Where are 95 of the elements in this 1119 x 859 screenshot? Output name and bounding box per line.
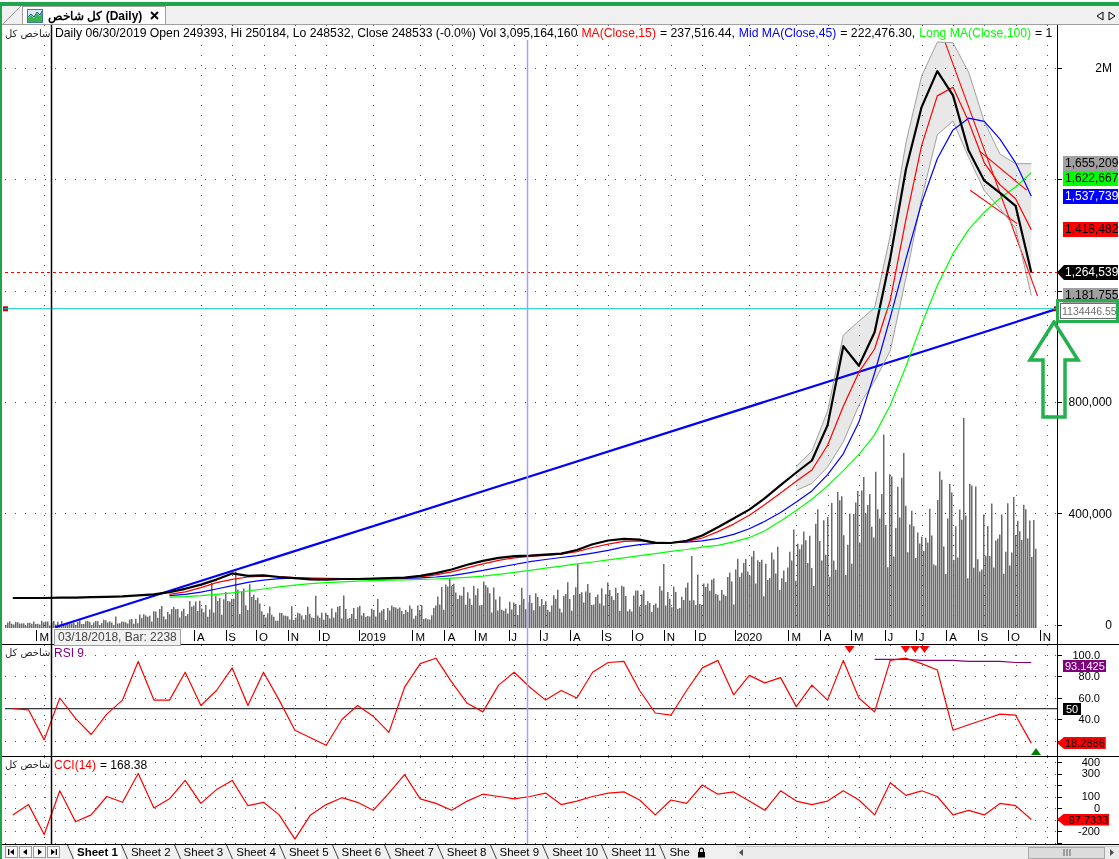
axis-label: 300 [1081, 769, 1100, 778]
axis-label: 100.0 [1072, 650, 1100, 660]
axis-label: A [573, 631, 581, 643]
indicator-value: = 222,476.30, [840, 26, 916, 40]
lock-icon[interactable] [696, 846, 706, 858]
price-tag: 1,264,539 [1057, 264, 1119, 280]
axis-label: N [666, 631, 676, 643]
axis-label: S [228, 631, 237, 643]
grip-icon [1062, 849, 1071, 856]
axis-label: S [604, 631, 613, 643]
quote-text: Daily 06/30/2019 Open 249393, Hi 250184, Lo 248532, Close 248533 (-0.0%) Vol 3,095,164,160 [55, 26, 578, 40]
axis-label: 60.0 [1078, 693, 1100, 703]
tab-divider [173, 845, 181, 859]
indicator-value: = 168.38 [100, 758, 148, 772]
axis-label: A [823, 631, 832, 643]
indicator-value: = 1 [1035, 26, 1053, 40]
axis-label: 800,000 [1068, 396, 1112, 408]
value-tag: 18.2886 [1057, 737, 1106, 750]
price-tag: 1,537,739 [1063, 188, 1119, 204]
value-tag: 93.1425 [1063, 659, 1106, 672]
axis-label: 2020 [736, 631, 763, 643]
axis-label: S [980, 631, 989, 643]
tab-divider [278, 845, 286, 859]
skip-to-start-icon[interactable] [5, 846, 18, 858]
axis-label: O [259, 631, 268, 643]
scrollbar-thumb[interactable] [1028, 846, 1105, 859]
axis-label: O [1011, 631, 1021, 643]
axis-label: 0 [1105, 619, 1112, 631]
indicator-label: CCI(14) [54, 758, 96, 772]
indicator-label: Long MA(Close,100) [919, 26, 1032, 40]
square-handle-icon [3, 306, 8, 312]
triangle-left-icon[interactable] [1096, 11, 1104, 21]
tab-divider [384, 845, 392, 859]
tab-divider [489, 845, 497, 859]
tab-divider [67, 845, 74, 859]
tab-divider [120, 845, 128, 859]
triangle-right-icon[interactable] [33, 846, 46, 858]
axis-label: A [197, 631, 205, 643]
horizontal-scrollbar[interactable] [735, 845, 1119, 859]
close-icon[interactable] [150, 11, 160, 20]
tab-divider [331, 845, 339, 859]
axis-label: A [447, 631, 456, 643]
tab-divider [542, 845, 550, 859]
axis-label: D [698, 631, 707, 643]
down-triangle-icon [844, 646, 855, 653]
symbol-label: شاخص کل [5, 759, 51, 771]
triangle-right-icon[interactable] [1108, 11, 1116, 21]
axis-label: 400 [1081, 757, 1100, 767]
chart-tab[interactable]: کل شاخص (Daily) [22, 6, 167, 24]
axis-label: 0 [1093, 803, 1100, 813]
indicator-value: = 237,516.44, [659, 26, 735, 40]
axis-label: J [511, 631, 518, 643]
chart-icon [27, 8, 43, 23]
axis-label: J [918, 631, 925, 643]
indicator-label: RSI 9 [54, 646, 84, 660]
axis-label: J [542, 631, 549, 643]
date-tooltip: 03/18/2018, Bar: 2238 [54, 629, 181, 646]
indicator-label: MA(Close,15) [581, 26, 656, 40]
axis-label: J [887, 631, 894, 643]
value-tag: -97.7333 [1057, 813, 1110, 826]
skip-to-end-icon[interactable] [47, 846, 60, 858]
axis-label: O [635, 631, 645, 643]
axis-label: D [322, 631, 331, 643]
sheet-tab[interactable]: Sheet 7 [391, 845, 437, 859]
symbol-label: شاخص کل [5, 28, 51, 40]
price-tag: 1,655,209 [1063, 156, 1119, 172]
axis-label: A [949, 631, 957, 643]
symbol-label: شاخص کل [5, 647, 51, 659]
axis-label: M [854, 631, 864, 643]
price-tag: 1,622,667 [1063, 171, 1119, 187]
axis-label: M [478, 631, 488, 643]
triangle-left-icon[interactable] [19, 846, 32, 858]
axis-label: N [1042, 631, 1052, 643]
tab-divider [659, 845, 667, 859]
up-triangle-icon [1031, 748, 1041, 755]
axis-label: M [39, 631, 49, 643]
axis-label: 40.0 [1078, 715, 1100, 724]
axis-label: N [290, 631, 300, 643]
axis-label: 2M [1095, 61, 1112, 74]
tab-divider [436, 845, 444, 859]
sheet-tab[interactable]: Sheet 1 [74, 845, 121, 859]
tab-divider [601, 845, 609, 859]
axis-label: -200 [1077, 826, 1100, 836]
axis-label: 80.0 [1078, 672, 1100, 681]
price-tag: 1134446.55 [1060, 303, 1117, 319]
price-tag: 1,418,482 [1063, 222, 1119, 238]
axis-label: M [415, 631, 425, 643]
value-tag: 50 [1063, 702, 1082, 715]
sheet-tab[interactable]: Sheet 4 [233, 845, 279, 859]
axis-label: 100 [1081, 792, 1100, 801]
axis-label: M [791, 631, 802, 643]
axis-label: 2019 [360, 631, 386, 643]
axis-label: 400,000 [1068, 507, 1112, 520]
indicator-label: Mid MA(Close,45) [738, 26, 837, 40]
tab-divider [226, 845, 234, 859]
